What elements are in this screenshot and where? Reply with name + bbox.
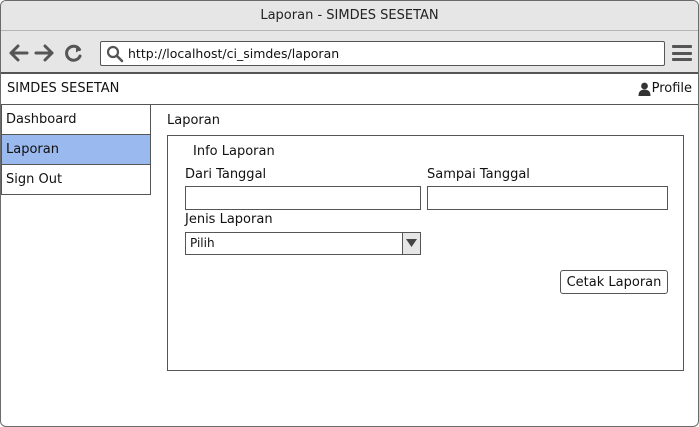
jenis-laporan-selected: Pilih: [190, 236, 215, 250]
page-title: Laporan: [167, 113, 220, 128]
sidebar-item-label: Dashboard: [6, 112, 77, 127]
arrow-right-icon[interactable]: [34, 44, 54, 62]
chevron-down-icon: [406, 239, 417, 247]
info-laporan-panel: Info Laporan Dari Tanggal Sampai Tanggal…: [167, 135, 684, 371]
address-bar[interactable]: [100, 41, 665, 66]
sidebar-item-dashboard[interactable]: Dashboard: [1, 105, 151, 135]
dropdown-toggle[interactable]: [402, 233, 420, 254]
url-input[interactable]: [128, 43, 664, 64]
sidebar-item-laporan[interactable]: Laporan: [1, 135, 151, 165]
jenis-laporan-label: Jenis Laporan: [185, 212, 273, 227]
panel-title: Info Laporan: [193, 144, 275, 159]
dari-tanggal-label: Dari Tanggal: [185, 167, 267, 182]
window-title: Laporan - SIMDES SESETAN: [260, 8, 439, 23]
profile-label: Profile: [651, 81, 692, 96]
cetak-laporan-button[interactable]: Cetak Laporan: [560, 270, 668, 294]
sidebar-item-label: Sign Out: [6, 172, 63, 187]
dari-tanggal-input[interactable]: [185, 186, 421, 210]
sidebar: Dashboard Laporan Sign Out: [1, 105, 151, 195]
hamburger-menu-icon[interactable]: [672, 45, 692, 63]
sampai-tanggal-label: Sampai Tanggal: [427, 167, 530, 182]
arrow-left-icon[interactable]: [9, 44, 29, 62]
profile-link[interactable]: Profile: [638, 81, 692, 96]
brand-name: SIMDES SESETAN: [7, 81, 120, 96]
browser-toolbar: [1, 31, 698, 74]
jenis-laporan-select[interactable]: Pilih: [185, 232, 421, 255]
sidebar-item-label: Laporan: [6, 142, 59, 157]
app-header: SIMDES SESETAN Profile: [1, 74, 698, 105]
sidebar-item-sign-out[interactable]: Sign Out: [1, 165, 151, 195]
window-titlebar: Laporan - SIMDES SESETAN: [1, 1, 698, 31]
reload-icon[interactable]: [64, 44, 84, 62]
sampai-tanggal-input[interactable]: [427, 186, 668, 210]
browser-window: Laporan - SIMDES SESETAN SIMDES SESETAN: [0, 0, 699, 427]
search-icon: [106, 45, 124, 62]
user-icon: [638, 82, 651, 96]
